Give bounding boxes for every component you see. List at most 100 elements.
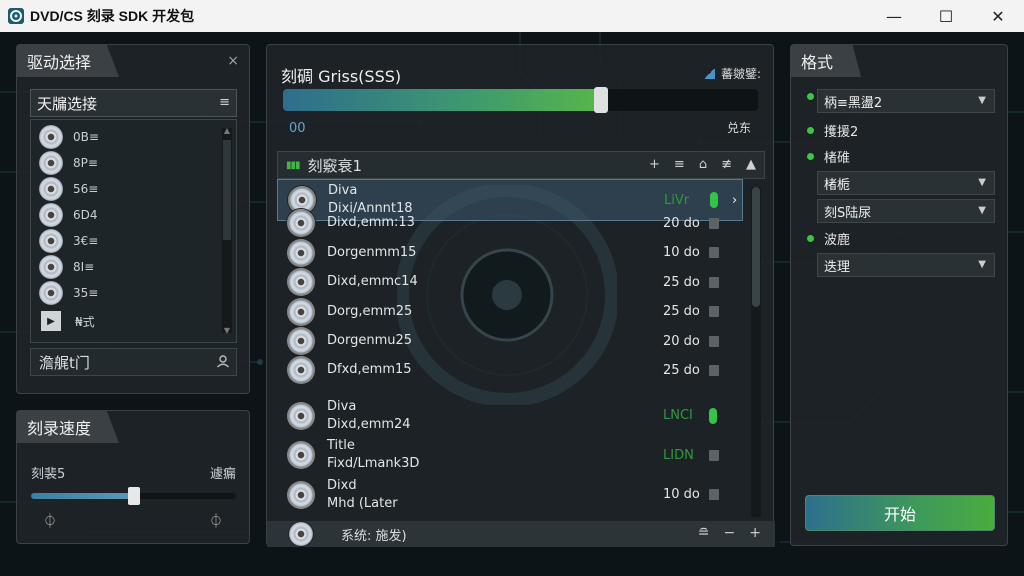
disc-icon	[287, 401, 315, 430]
file-checkbox[interactable]	[709, 364, 719, 376]
format-select-3[interactable]: 刻S陆尿 ▼	[817, 199, 995, 223]
scroll-up-icon[interactable]: ▲	[222, 126, 232, 135]
plus-icon[interactable]: +	[749, 525, 761, 541]
file-size: LiVr	[664, 192, 690, 208]
disc-icon	[287, 238, 315, 267]
disc-icon	[289, 522, 313, 546]
chevron-down-icon: ▼	[978, 177, 986, 188]
file-list: Diva Dixi/Annnt18 LiVr › Dixd,emm:13 20 do Dor…	[277, 179, 751, 519]
scrollbar-thumb[interactable]	[752, 187, 760, 307]
disc-icon	[39, 281, 63, 305]
file-checkbox[interactable]	[709, 247, 719, 259]
disc-icon	[39, 229, 63, 253]
file-checkbox[interactable]	[709, 217, 719, 229]
format-select-3-value: 刻S陆尿	[824, 205, 872, 221]
format-panel-title: 格式	[791, 45, 862, 77]
title-bar: DVD/CS 刻录 SDK 开发包 — ☐ ✕	[0, 0, 1024, 32]
file-checkbox[interactable]	[709, 407, 717, 424]
start-button[interactable]: 开始	[805, 495, 995, 531]
collapse-icon[interactable]: ▲	[746, 157, 756, 172]
file-list-scrollbar[interactable]	[751, 187, 761, 517]
file-row[interactable]: Dorgenmu25 20 do	[277, 326, 743, 356]
burn-panel: 刻碉 Griss(SSS) 蕃皴鐾: 00 兑东 ▮▮▮ 刻竅衰1 + ≡ ⌂ …	[266, 44, 775, 547]
save-icon[interactable]: ≘	[698, 525, 710, 541]
scroll-down-icon[interactable]: ▼	[222, 326, 232, 335]
drive-item[interactable]: 0B≡	[39, 124, 99, 150]
file-name: Dixd Mhd (Later	[327, 477, 398, 513]
file-size: 10 do	[663, 487, 700, 503]
close-window-button[interactable]: ✕	[972, 0, 1024, 32]
disc-icon	[287, 268, 315, 297]
maximize-button[interactable]: ☐	[920, 0, 972, 32]
user-group-icon[interactable]: ⌂	[699, 157, 707, 172]
burn-progress-knob[interactable]	[594, 87, 609, 113]
disc-icon	[287, 480, 315, 509]
file-row[interactable]: Dixd Mhd (Later 10 do	[277, 474, 743, 516]
burn-speed-panel: 刻录速度 刻裴5 遽瘺 ⏀ ⏀	[16, 410, 250, 544]
disc-icon	[287, 297, 315, 326]
speed-slider[interactable]	[31, 487, 236, 505]
menu-icon[interactable]: ≡	[219, 95, 230, 110]
format-select-2[interactable]: 楮栀 ▼	[817, 171, 995, 195]
speed-down-icon[interactable]: ⏀	[43, 511, 57, 531]
drive-search-input[interactable]: 澹艉t门	[30, 348, 237, 376]
file-row[interactable]: Diva Dixd,emm24 LNCI	[277, 395, 743, 437]
format-select-1[interactable]: 柄≡黑盪2 ▼	[817, 89, 995, 113]
file-checkbox[interactable]	[709, 276, 719, 288]
file-checkbox[interactable]	[710, 192, 718, 208]
file-row[interactable]: Title Fixd/Lmank3D LIDN	[277, 434, 743, 476]
file-checkbox[interactable]	[709, 335, 719, 347]
chevron-right-icon[interactable]: ›	[732, 193, 737, 208]
status-dot-icon	[807, 235, 814, 242]
file-row[interactable]: Dfxd,emm15 25 do	[277, 355, 743, 385]
filter-icon[interactable]: ≢	[721, 157, 732, 172]
file-size: 20 do	[663, 215, 700, 231]
format-select-4[interactable]: 迭理 ▼	[817, 253, 995, 277]
drive-list-scrollbar[interactable]: ▲ ▼	[222, 126, 232, 335]
speed-slider-fill	[31, 493, 134, 499]
format-option-4-label: 波鹿	[824, 233, 851, 248]
drive-item[interactable]: 35≡	[39, 280, 98, 306]
file-row[interactable]: Dorg,emm25 25 do	[277, 297, 743, 327]
file-checkbox[interactable]	[709, 489, 719, 501]
speed-up-icon[interactable]: ⏀	[209, 511, 223, 531]
file-checkbox[interactable]	[709, 449, 719, 461]
file-row[interactable]: Dixd,emm:13 20 do	[277, 208, 743, 238]
format-option-2-label: 擭援2	[824, 125, 859, 140]
drive-item[interactable]: 6D4	[39, 202, 98, 228]
file-name: Diva Dixd,emm24	[327, 398, 411, 434]
drive-list-header[interactable]: 天牖选接 ≡	[30, 89, 237, 117]
file-name: Dfxd,emm15	[327, 361, 412, 379]
file-row[interactable]: Dorgenmm15 10 do	[277, 238, 743, 268]
file-size: 25 do	[663, 362, 700, 378]
minimize-button[interactable]: —	[868, 0, 920, 32]
drive-item[interactable]: ▶ ₦式	[39, 308, 95, 334]
format-option-3[interactable]: 楮碓	[807, 147, 850, 166]
drive-item[interactable]: 8P≡	[39, 150, 98, 176]
user-icon[interactable]	[216, 354, 230, 368]
status-dot-icon	[807, 93, 814, 100]
add-icon[interactable]: +	[649, 157, 660, 172]
disc-icon	[287, 441, 315, 470]
drive-item[interactable]: 8I≡	[39, 254, 94, 280]
scrollbar-thumb[interactable]	[223, 140, 231, 240]
minus-icon[interactable]: −	[724, 525, 736, 541]
file-checkbox[interactable]	[709, 306, 719, 318]
status-bar: 系统: 施发) ≘ − +	[267, 521, 775, 547]
drive-item-label: 35≡	[73, 286, 99, 300]
file-size: 25 do	[663, 304, 700, 320]
burn-progress-bar	[283, 89, 758, 111]
drive-item[interactable]: 3€≡	[39, 228, 98, 254]
format-option-4[interactable]: 波鹿	[807, 229, 850, 248]
file-row[interactable]: Dixd,emmc14 25 do	[277, 267, 743, 297]
list-icon[interactable]: ≡	[674, 157, 685, 172]
format-option-2[interactable]: 擭援2	[807, 121, 858, 140]
speed-slider-knob[interactable]	[127, 487, 140, 505]
format-select-1-value: 柄≡黑盪2	[824, 95, 883, 111]
chevron-down-icon: ▼	[978, 95, 986, 106]
drive-item-label: 6D4	[73, 208, 98, 222]
close-icon[interactable]: ×	[227, 53, 239, 69]
drive-item[interactable]: 56≡	[39, 176, 98, 202]
file-name-line-2: Dorgenmm15	[327, 244, 417, 260]
search-placeholder: 澹艉t门	[39, 353, 90, 372]
